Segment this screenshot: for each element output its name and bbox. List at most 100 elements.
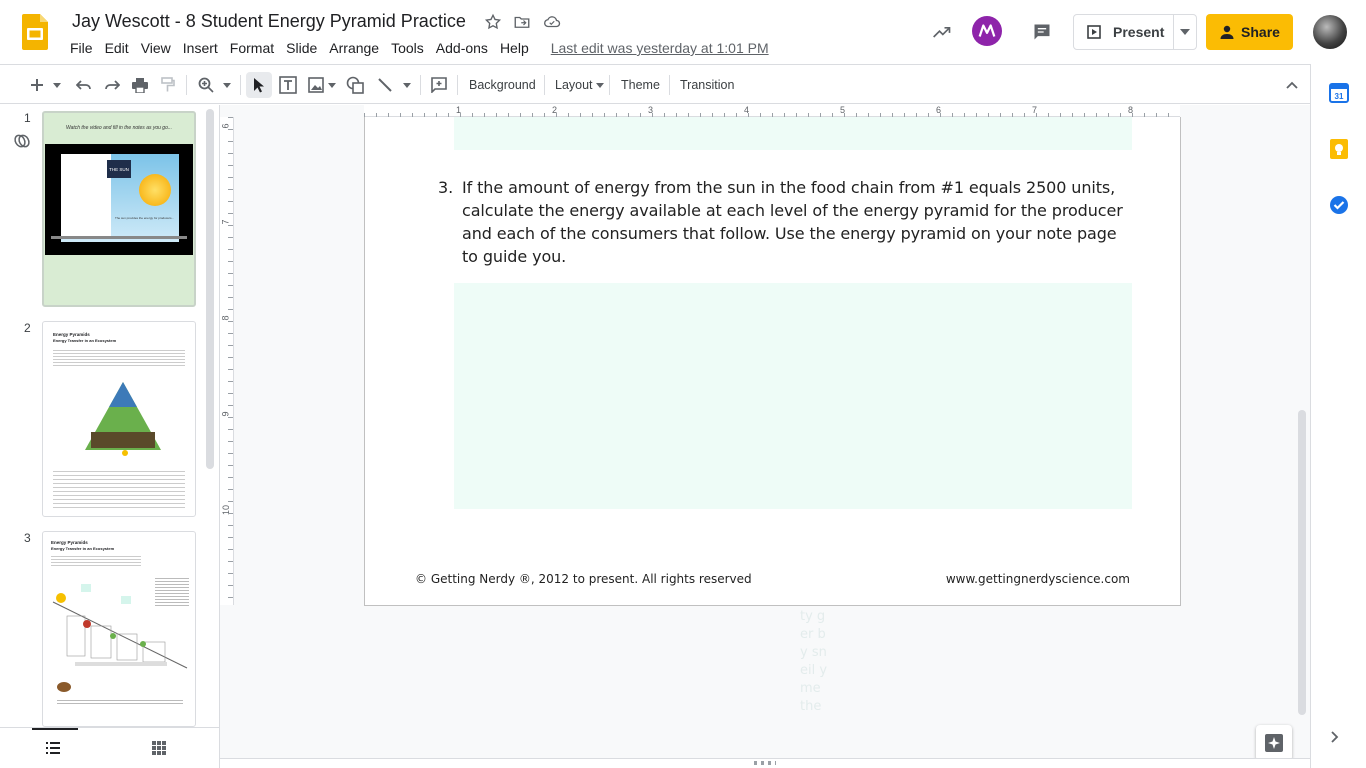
select-cursor-icon[interactable] — [246, 72, 272, 98]
caret-down-icon — [223, 82, 231, 88]
slide-thumbnail-3[interactable]: Energy Pyramids Energy Transfer in an Ec… — [42, 531, 196, 727]
explore-button[interactable] — [1256, 725, 1292, 761]
video-thumbnail: THE SUN The sun provides the energy for … — [45, 144, 193, 255]
question-text[interactable]: If the amount of energy from the sun in … — [462, 176, 1134, 268]
menu-tools[interactable]: Tools — [385, 40, 430, 56]
folder-move-icon[interactable] — [512, 12, 532, 32]
filmstrip-scrollbar[interactable] — [206, 109, 214, 469]
last-edit-link[interactable]: Last edit was yesterday at 1:01 PM — [551, 40, 769, 56]
paint-format-icon[interactable] — [157, 73, 179, 97]
theme-button[interactable]: Theme — [621, 73, 660, 97]
cloud-saved-icon[interactable] — [542, 12, 562, 32]
tasks-icon[interactable] — [1329, 195, 1349, 215]
slide-thumbnail-2[interactable]: Energy Pyramids Energy Transfer in an Ec… — [42, 321, 196, 517]
expand-panel-icon[interactable] — [1331, 730, 1347, 750]
line-dropdown[interactable] — [400, 73, 414, 97]
menu-slide[interactable]: Slide — [280, 40, 323, 56]
zoom-dropdown[interactable] — [220, 73, 234, 97]
menu-view[interactable]: View — [135, 40, 177, 56]
new-slide-button[interactable] — [26, 73, 48, 97]
drag-handle-icon[interactable] — [754, 761, 776, 765]
trending-icon[interactable] — [932, 22, 952, 42]
sun-label: THE SUN — [107, 160, 131, 178]
star-icon[interactable] — [483, 12, 503, 32]
menu-insert[interactable]: Insert — [177, 40, 224, 56]
comment-icon[interactable] — [1032, 22, 1052, 42]
speaker-notes-divider[interactable] — [220, 758, 1310, 768]
zoom-icon[interactable] — [195, 73, 217, 97]
app-header: Jay Wescott - 8 Student Energy Pyramid P… — [0, 0, 1366, 64]
image-icon[interactable] — [305, 73, 327, 97]
slide-number: 2 — [24, 321, 31, 335]
energy-pyramid-illustration — [85, 382, 161, 456]
vertical-ruler[interactable]: 6 7 8 9 10 — [220, 117, 234, 605]
addon-extension-icon[interactable] — [972, 16, 1002, 46]
slide-thumbnail-1[interactable]: Watch the video and fill in the notes as… — [42, 111, 196, 307]
toolbar-divider — [457, 75, 458, 95]
caret-down-icon — [595, 82, 604, 88]
question-number: 3. — [438, 178, 454, 197]
thumbnail-text-lines — [51, 554, 141, 568]
menu-format[interactable]: Format — [224, 40, 280, 56]
toolbar-divider — [609, 75, 610, 95]
canvas-scrollbar[interactable] — [1298, 410, 1306, 715]
caret-down-icon — [1180, 29, 1191, 35]
copyright-footer: © Getting Nerdy ®, 2012 to present. All … — [415, 572, 752, 586]
link-slide-icon[interactable] — [14, 133, 30, 149]
filmstrip-view-icon[interactable] — [46, 741, 62, 755]
new-slide-layout-dropdown[interactable] — [50, 73, 64, 97]
thumbnail-subtitle: Energy Transfer in an Ecosystem — [53, 338, 117, 343]
shape-icon[interactable] — [344, 73, 366, 97]
thumbnail-text-lines — [155, 576, 189, 606]
text-box-icon[interactable] — [277, 73, 299, 97]
layout-button[interactable]: Layout — [555, 73, 604, 97]
menu-addons[interactable]: Add-ons — [430, 40, 494, 56]
chart-panel — [61, 154, 111, 236]
present-options-button[interactable] — [1174, 29, 1196, 35]
toolbar-divider — [544, 75, 545, 95]
menu-arrange[interactable]: Arrange — [323, 40, 385, 56]
slides-logo-icon[interactable] — [22, 14, 48, 50]
calendar-icon[interactable]: 31 — [1329, 83, 1349, 103]
thumbnail-title: Energy Pyramids — [53, 332, 90, 337]
thumbnail-text-lines — [53, 468, 185, 508]
caret-down-icon — [53, 82, 61, 88]
toolbar-divider — [420, 75, 421, 95]
line-icon[interactable] — [374, 73, 396, 97]
keep-icon[interactable] — [1329, 139, 1349, 159]
slide[interactable]: 3. If the amount of energy from the sun … — [364, 117, 1181, 606]
share-label: Share — [1241, 24, 1280, 40]
collapse-menus-icon[interactable] — [1282, 73, 1302, 97]
redo-icon[interactable] — [101, 73, 123, 97]
background-button[interactable]: Background — [469, 73, 536, 97]
grid-view-icon[interactable] — [152, 741, 168, 755]
mushroom-illustration — [57, 682, 71, 692]
add-comment-icon[interactable] — [428, 73, 450, 97]
transition-button[interactable]: Transition — [680, 73, 734, 97]
slide-filmstrip: 1 Watch the video and fill in the notes … — [0, 105, 220, 768]
print-icon[interactable] — [129, 73, 151, 97]
toolbar: Background Layout Theme Transition — [0, 64, 1310, 104]
menu-file[interactable]: File — [64, 40, 99, 56]
present-icon — [1087, 25, 1101, 39]
caret-down-icon — [328, 82, 336, 88]
menu-help[interactable]: Help — [494, 40, 535, 56]
undo-icon[interactable] — [73, 73, 95, 97]
website-footer: www.gettingnerdyscience.com — [945, 572, 1130, 586]
present-button[interactable]: Present — [1074, 15, 1175, 49]
explore-sparkle-icon — [1265, 734, 1283, 752]
answer-box[interactable] — [454, 283, 1132, 509]
menu-edit[interactable]: Edit — [99, 40, 135, 56]
toolbar-divider — [240, 75, 241, 95]
share-button[interactable]: Share — [1206, 14, 1293, 50]
present-label: Present — [1113, 24, 1165, 40]
thumbnail-text-lines — [57, 698, 183, 706]
account-avatar[interactable] — [1313, 15, 1347, 49]
horizontal-ruler[interactable]: 1 2 3 4 5 6 7 8 — [364, 105, 1180, 117]
thumbnail-title: Energy Pyramids — [51, 540, 88, 545]
svg-text:31: 31 — [1335, 92, 1344, 101]
image-dropdown[interactable] — [326, 73, 338, 97]
answer-box-previous[interactable] — [454, 117, 1132, 150]
slide-canvas[interactable]: 1 2 3 4 5 6 7 8 6 7 8 9 10 3. If the amo… — [220, 105, 1310, 768]
document-title[interactable]: Jay Wescott - 8 Student Energy Pyramid P… — [72, 11, 466, 32]
